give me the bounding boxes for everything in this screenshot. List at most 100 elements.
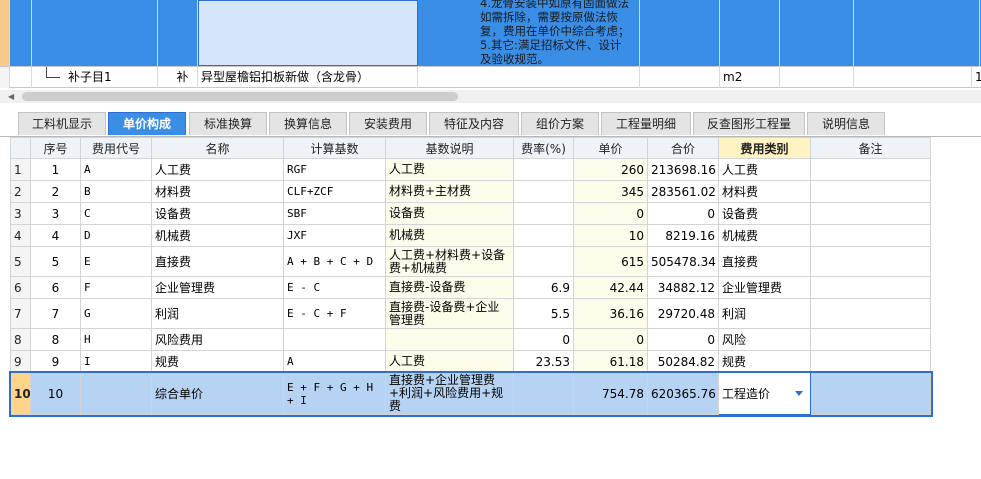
fee-category-cell[interactable]: 利润 [718, 298, 811, 329]
sub-item-row[interactable]: 补子目1 补 异型屋檐铝扣板新做（含龙骨） m2 1 [0, 66, 981, 88]
row-number[interactable]: 8 [10, 328, 31, 351]
header-base-desc[interactable]: 基数说明 [385, 137, 514, 159]
unit-price-cell[interactable]: 615 [573, 246, 648, 277]
tab-standard-conversion[interactable]: 标准换算 [189, 112, 267, 135]
tab-quantity-detail[interactable]: 工程量明细 [601, 112, 691, 135]
tab-installation-fee[interactable]: 安装费用 [349, 112, 427, 135]
rate-cell[interactable] [513, 372, 574, 415]
calc-base-cell[interactable]: E + F + G + H + I [283, 372, 386, 415]
base-desc-cell[interactable]: 人工费+材料费+设备费+机械费 [385, 246, 514, 277]
seq-cell[interactable]: 7 [30, 298, 81, 329]
rate-cell[interactable]: 6.9 [513, 276, 574, 299]
rate-cell[interactable] [513, 224, 574, 247]
base-desc-cell[interactable]: 人工费 [385, 158, 514, 181]
table-row[interactable]: 2 2 B 材料费 CLF+ZCF 材料费+主材费 345 283561.02 材料费 [10, 180, 931, 203]
base-desc-cell[interactable]: 材料费+主材费 [385, 180, 514, 203]
calc-base-cell[interactable]: RGF [283, 158, 386, 181]
table-row[interactable]: 8 8 H 风险费用 0 0 0 风险 [10, 328, 931, 351]
row-number[interactable]: 4 [10, 224, 31, 247]
seq-cell[interactable]: 10 [30, 372, 81, 415]
seq-cell[interactable]: 9 [30, 350, 81, 373]
fee-category-cell[interactable]: 工程造价 [718, 372, 811, 415]
fee-category-cell[interactable]: 规费 [718, 350, 811, 373]
horizontal-scrollbar[interactable]: ◀ [0, 90, 981, 103]
rate-cell[interactable] [513, 158, 574, 181]
scrollbar-thumb[interactable] [22, 92, 458, 101]
unit-price-cell[interactable]: 260 [573, 158, 648, 181]
fee-code-cell[interactable]: A [80, 158, 152, 181]
total-price-cell[interactable]: 50284.82 [647, 350, 719, 373]
calc-base-cell[interactable]: E - C + F [283, 298, 386, 329]
remark-cell[interactable] [810, 246, 931, 277]
fee-category-cell[interactable]: 直接费 [718, 246, 811, 277]
unit-price-cell[interactable]: 0 [573, 328, 648, 351]
tab-labor-material-machine[interactable]: 工料机显示 [18, 112, 106, 135]
tab-unit-price-composition[interactable]: 单价构成 [108, 112, 186, 135]
rate-cell[interactable] [513, 246, 574, 277]
table-row[interactable]: 6 6 F 企业管理费 E - C 直接费-设备费 6.9 42.44 34882.12 企业管理… [10, 276, 931, 299]
row-number[interactable]: 7 [10, 298, 31, 329]
calc-base-cell[interactable]: JXF [283, 224, 386, 247]
fee-code-cell[interactable]: G [80, 298, 152, 329]
grid-cell-selected[interactable] [198, 0, 418, 66]
remark-cell[interactable] [810, 224, 931, 247]
remark-cell[interactable] [810, 202, 931, 225]
rate-cell[interactable]: 5.5 [513, 298, 574, 329]
unit-price-cell[interactable]: 36.16 [573, 298, 648, 329]
base-desc-cell[interactable]: 机械费 [385, 224, 514, 247]
name-cell[interactable]: 风险费用 [151, 328, 284, 351]
table-row[interactable]: 3 3 C 设备费 SBF 设备费 0 0 设备费 [10, 202, 931, 225]
table-row[interactable]: 4 4 D 机械费 JXF 机械费 10 8219.16 机械费 [10, 224, 931, 247]
seq-cell[interactable]: 2 [30, 180, 81, 203]
unit-price-cell[interactable]: 42.44 [573, 276, 648, 299]
header-name[interactable]: 名称 [151, 137, 284, 159]
unit-price-cell[interactable]: 10 [573, 224, 648, 247]
fee-category-cell[interactable]: 机械费 [718, 224, 811, 247]
scroll-left-arrow-icon[interactable]: ◀ [8, 91, 18, 102]
total-price-cell[interactable]: 213698.16 [647, 158, 719, 181]
row-handle[interactable] [0, 67, 10, 88]
base-desc-cell[interactable]: 人工费 [385, 350, 514, 373]
unit-price-cell[interactable]: 345 [573, 180, 648, 203]
fee-category-cell[interactable]: 设备费 [718, 202, 811, 225]
table-row[interactable]: 7 7 G 利润 E - C + F 直接费-设备费+企业管理费 5.5 36.16 29720… [10, 298, 931, 329]
unit-price-cell[interactable]: 0 [573, 202, 648, 225]
name-cell[interactable]: 设备费 [151, 202, 284, 225]
name-cell[interactable]: 人工费 [151, 158, 284, 181]
row-number[interactable]: 2 [10, 180, 31, 203]
tab-conversion-info[interactable]: 换算信息 [269, 112, 347, 135]
rate-cell[interactable] [513, 202, 574, 225]
row-number[interactable]: 5 [10, 246, 31, 277]
tab-features-content[interactable]: 特征及内容 [429, 112, 519, 135]
header-seq[interactable]: 序号 [30, 137, 81, 159]
seq-cell[interactable]: 3 [30, 202, 81, 225]
name-cell[interactable]: 直接费 [151, 246, 284, 277]
base-desc-cell[interactable]: 直接费-设备费+企业管理费 [385, 298, 514, 329]
base-desc-cell[interactable] [385, 328, 514, 351]
base-desc-cell[interactable]: 设备费 [385, 202, 514, 225]
total-price-cell[interactable]: 29720.48 [647, 298, 719, 329]
seq-cell[interactable]: 5 [30, 246, 81, 277]
table-row[interactable]: 5 5 E 直接费 A + B + C + D 人工费+材料费+设备费+机械费 615 505… [10, 246, 931, 277]
name-cell[interactable]: 利润 [151, 298, 284, 329]
row-number[interactable]: 10 [10, 372, 31, 415]
name-cell[interactable]: 企业管理费 [151, 276, 284, 299]
remark-cell[interactable] [810, 158, 931, 181]
rate-cell[interactable] [513, 180, 574, 203]
table-row[interactable]: 9 9 I 规费 A 人工费 23.53 61.18 50284.82 规费 [10, 350, 931, 373]
header-rate[interactable]: 费率(%) [513, 137, 574, 159]
header-total-price[interactable]: 合价 [647, 137, 719, 159]
total-price-cell[interactable]: 0 [647, 328, 719, 351]
header-fee-code[interactable]: 费用代号 [80, 137, 152, 159]
fee-code-cell[interactable]: F [80, 276, 152, 299]
calc-base-cell[interactable] [283, 328, 386, 351]
seq-cell[interactable]: 1 [30, 158, 81, 181]
total-price-cell[interactable]: 620365.76 [647, 372, 719, 415]
table-row[interactable]: 10 10 综合单价 E + F + G + H + I 直接费+企业管理费+利润+风险… [8, 370, 933, 417]
total-price-cell[interactable]: 0 [647, 202, 719, 225]
seq-cell[interactable]: 6 [30, 276, 81, 299]
row-handle[interactable] [0, 0, 10, 66]
seq-cell[interactable]: 8 [30, 328, 81, 351]
remark-cell[interactable] [810, 350, 931, 373]
remark-cell[interactable] [810, 372, 931, 415]
